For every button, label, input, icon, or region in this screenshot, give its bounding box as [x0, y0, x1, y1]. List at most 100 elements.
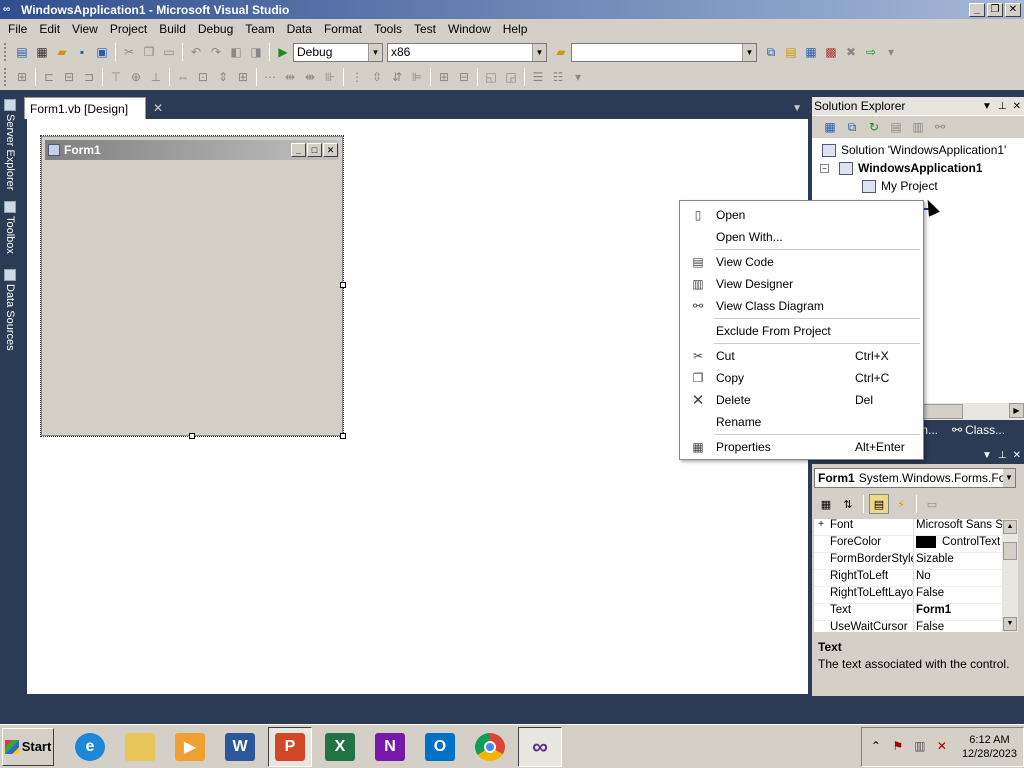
- align-bottoms-icon[interactable]: ⊥: [146, 67, 166, 87]
- resize-handle-right[interactable]: [340, 282, 346, 288]
- paste-icon[interactable]: ▭: [159, 42, 179, 62]
- cut-icon[interactable]: ✂: [119, 42, 139, 62]
- menu-format[interactable]: Format: [318, 22, 368, 36]
- menu-item-copy[interactable]: ❐ Copy Ctrl+C: [680, 367, 923, 389]
- menu-test[interactable]: Test: [408, 22, 442, 36]
- menu-item-cut[interactable]: ✂ Cut Ctrl+X: [680, 345, 923, 367]
- taskbar-word[interactable]: W: [218, 727, 262, 767]
- property-value[interactable]: Microsoft Sans Se: [914, 519, 1002, 535]
- v-spacing-decrease-icon[interactable]: ⇵: [387, 67, 407, 87]
- active-files-dropdown-icon[interactable]: ▼: [792, 103, 802, 114]
- tree-item-solution[interactable]: Solution 'WindowsApplication1': [812, 141, 1020, 159]
- extension-manager-icon[interactable]: ✖: [841, 42, 861, 62]
- restore-button[interactable]: ❐: [987, 2, 1003, 17]
- toolbar-options-icon[interactable]: ▾: [881, 42, 901, 62]
- property-row-formborderstyle[interactable]: FormBorderStyle Sizable: [814, 553, 1002, 570]
- start-page-icon[interactable]: ⇨: [861, 42, 881, 62]
- menu-item-view-code[interactable]: ▤ View Code: [680, 251, 923, 273]
- window-position-icon[interactable]: ▼: [982, 101, 992, 112]
- scroll-up-icon[interactable]: ▲: [1003, 520, 1017, 534]
- document-tab-form1-design[interactable]: Form1.vb [Design] ✕: [24, 97, 163, 119]
- center-vertically-icon[interactable]: ⊟: [454, 67, 474, 87]
- toolbox-icon[interactable]: ▩: [821, 42, 841, 62]
- minimize-button[interactable]: _: [969, 2, 985, 17]
- redo-icon[interactable]: ↷: [206, 42, 226, 62]
- taskbar-edge[interactable]: e: [68, 727, 112, 767]
- object-selector[interactable]: Form1 System.Windows.Forms.Form ▼: [814, 468, 1016, 488]
- menu-item-exclude-from-project[interactable]: Exclude From Project: [680, 320, 923, 342]
- make-same-size-icon[interactable]: ⊞: [233, 67, 253, 87]
- show-all-files-icon[interactable]: ⧉: [842, 117, 862, 137]
- menu-tools[interactable]: Tools: [368, 22, 408, 36]
- taskbar-chrome[interactable]: [468, 727, 512, 767]
- solution-explorer-icon[interactable]: ⧉: [761, 42, 781, 62]
- taskbar-outlook[interactable]: O: [418, 727, 462, 767]
- horizontal-scrollbar[interactable]: ▶: [922, 403, 1024, 420]
- properties-window-icon[interactable]: ▤: [781, 42, 801, 62]
- network-icon[interactable]: ▥: [912, 739, 928, 755]
- pin-icon[interactable]: ⊥: [998, 101, 1007, 112]
- taskbar-powerpoint[interactable]: P: [268, 726, 312, 767]
- property-value-forecolor[interactable]: ControlText: [914, 536, 1002, 552]
- menu-help[interactable]: Help: [497, 22, 534, 36]
- close-icon[interactable]: ✕: [1013, 101, 1021, 112]
- menu-team[interactable]: Team: [239, 22, 280, 36]
- property-pages-icon[interactable]: ▭: [922, 494, 942, 514]
- start-debugging-icon[interactable]: ▶: [273, 42, 293, 62]
- start-button[interactable]: Start: [2, 727, 54, 766]
- object-browser-icon[interactable]: ▦: [801, 42, 821, 62]
- clock[interactable]: 6:12 AM 12/28/2023: [962, 733, 1017, 761]
- property-value[interactable]: False: [914, 587, 1002, 603]
- toolbar-grip[interactable]: [4, 68, 8, 86]
- menu-item-delete[interactable]: ✕ Delete Del: [680, 389, 923, 411]
- menu-data[interactable]: Data: [281, 22, 318, 36]
- menu-view[interactable]: View: [66, 22, 104, 36]
- scroll-down-icon[interactable]: ▼: [1003, 617, 1017, 631]
- taskbar-visual-studio[interactable]: ∞: [518, 726, 562, 767]
- taskbar-file-explorer[interactable]: [118, 727, 162, 767]
- menu-item-view-class-diagram[interactable]: ⚯ View Class Diagram: [680, 295, 923, 317]
- view-code-icon[interactable]: ▤: [886, 117, 906, 137]
- refresh-icon[interactable]: ↻: [864, 117, 884, 137]
- property-value[interactable]: Form1: [914, 604, 1002, 620]
- v-spacing-remove-icon[interactable]: ⊫: [407, 67, 427, 87]
- align-middles-icon[interactable]: ⊕: [126, 67, 146, 87]
- expand-icon[interactable]: +: [814, 519, 828, 535]
- v-spacing-increase-icon[interactable]: ⇳: [367, 67, 387, 87]
- align-lefts-icon[interactable]: ⊏: [39, 67, 59, 87]
- collapse-icon[interactable]: −: [820, 163, 829, 173]
- view-designer-icon[interactable]: ▥: [908, 117, 928, 137]
- property-value[interactable]: Sizable: [914, 553, 1002, 569]
- send-to-back-icon[interactable]: ◲: [501, 67, 521, 87]
- menu-project[interactable]: Project: [104, 22, 153, 36]
- find-combo[interactable]: ▼: [571, 42, 757, 62]
- alphabetical-icon[interactable]: ⇅: [838, 494, 858, 514]
- platform-select[interactable]: x86 ▼: [387, 42, 547, 62]
- find-in-files-icon[interactable]: ▰: [551, 42, 571, 62]
- property-row-righttoleftlayout[interactable]: RightToLeftLayo False: [814, 587, 1002, 604]
- new-project-icon[interactable]: ▤: [12, 42, 32, 62]
- bring-to-front-icon[interactable]: ◱: [481, 67, 501, 87]
- make-same-height-icon[interactable]: ⇕: [213, 67, 233, 87]
- align-to-grid-icon[interactable]: ⊞: [12, 67, 32, 87]
- h-spacing-equal-icon[interactable]: ⋯: [260, 67, 280, 87]
- close-button[interactable]: ✕: [1005, 2, 1021, 17]
- taskbar-excel[interactable]: X: [318, 727, 362, 767]
- add-item-icon[interactable]: ▦: [32, 42, 52, 62]
- properties-view-icon[interactable]: ▤: [869, 494, 889, 514]
- toolbar-options-icon[interactable]: ▾: [568, 67, 588, 87]
- property-row-usewaitcursor[interactable]: UseWaitCursor False: [814, 621, 1002, 632]
- events-icon[interactable]: ⚡: [891, 494, 911, 514]
- property-row-forecolor[interactable]: ForeColor ControlText: [814, 536, 1002, 553]
- toolbox-tab[interactable]: Toolbox: [1, 201, 19, 267]
- tree-item-project[interactable]: − WindowsApplication1: [812, 159, 1020, 177]
- center-horizontally-icon[interactable]: ⊞: [434, 67, 454, 87]
- data-sources-tab[interactable]: Data Sources: [1, 269, 19, 353]
- menu-item-view-designer[interactable]: ▥ View Designer: [680, 273, 923, 295]
- taskbar-media-player[interactable]: ▶: [168, 727, 212, 767]
- size-to-grid-icon[interactable]: ⊡: [193, 67, 213, 87]
- properties-icon[interactable]: ▦: [820, 117, 840, 137]
- menu-item-properties[interactable]: ▦ Properties Alt+Enter: [680, 436, 923, 458]
- vertical-scrollbar[interactable]: ▲ ▼: [1002, 519, 1018, 632]
- property-row-font[interactable]: + Font Microsoft Sans Se: [814, 519, 1002, 536]
